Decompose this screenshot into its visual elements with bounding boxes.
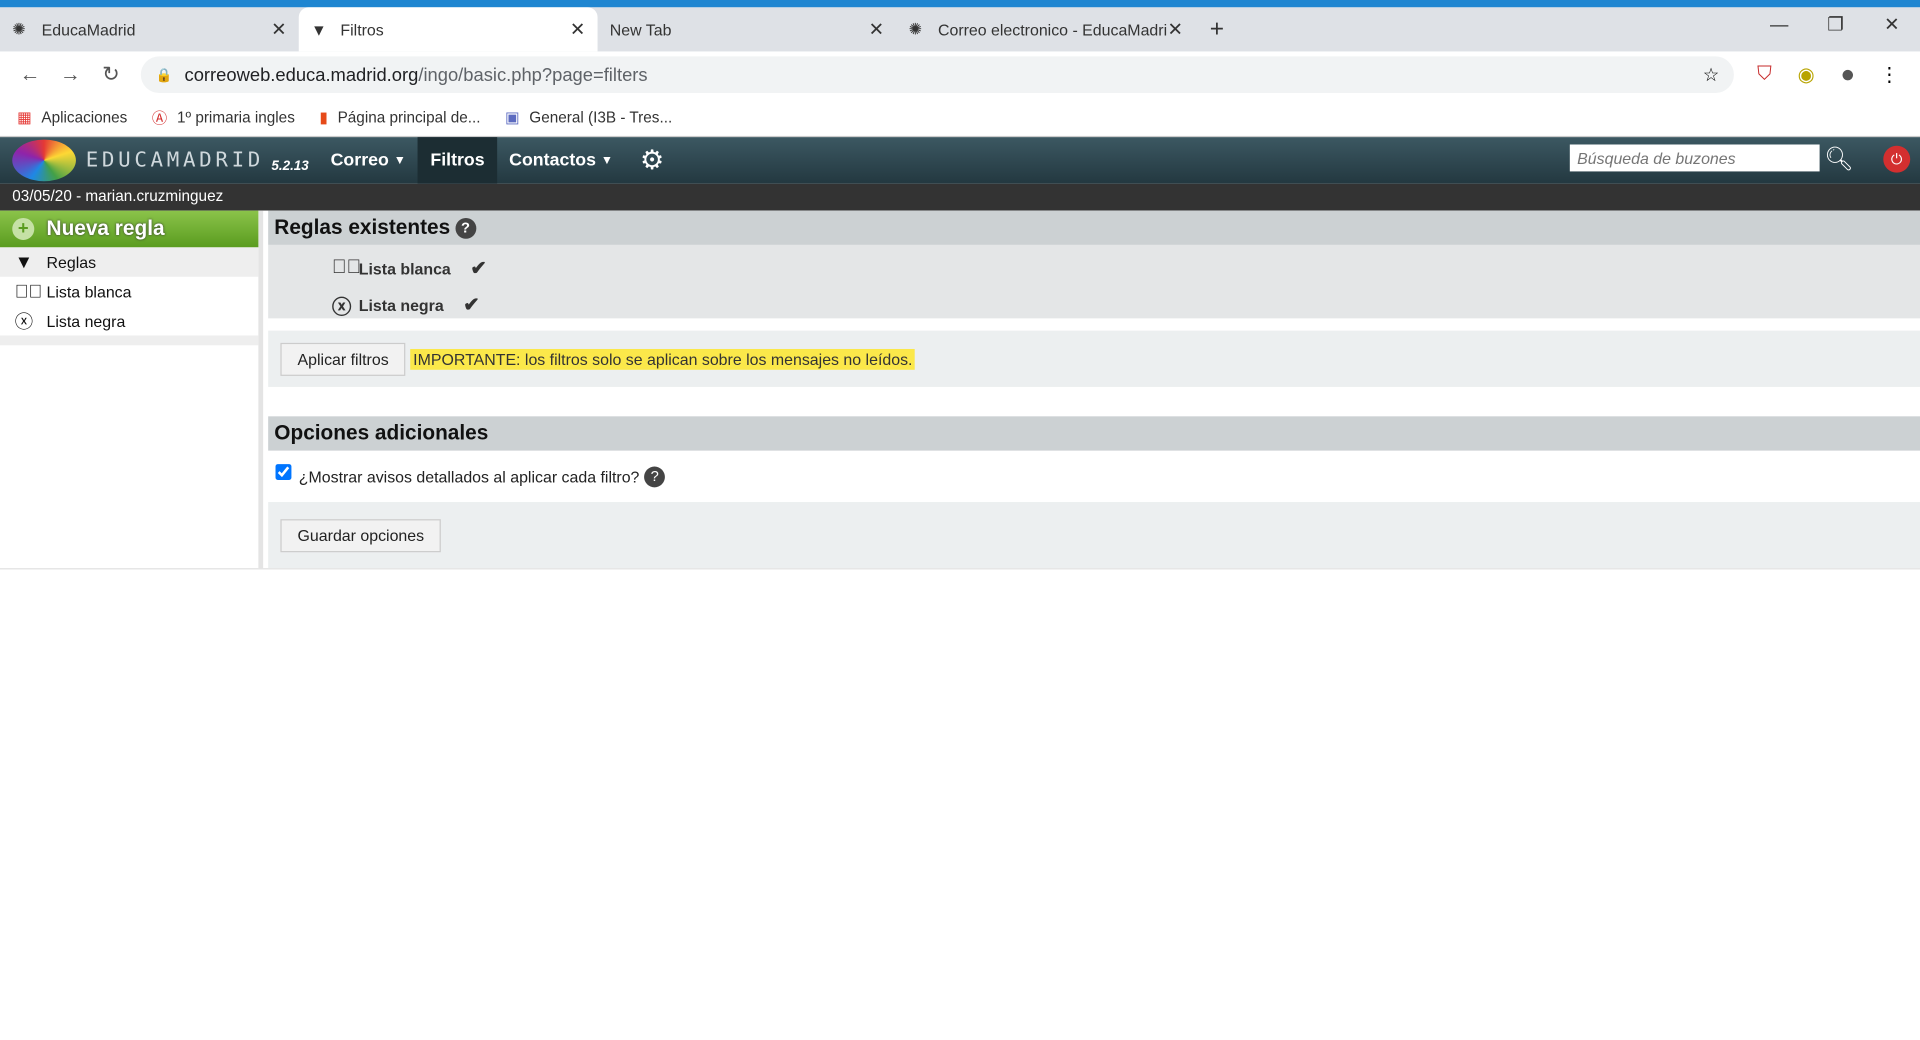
mailbox-search-input[interactable] (1569, 144, 1820, 172)
section-options-header: Opciones adicionales (268, 416, 1920, 451)
rule-row[interactable]: ⓧ Lista negra ✔ (332, 287, 1920, 324)
sidebar: + Nueva regla ▼ Reglas ✓⃝ Lista blanca ⓧ Lis… (0, 210, 264, 569)
search-icon[interactable]: 🔍︎ (1824, 144, 1854, 173)
x-circle-icon: ⓧ (14, 311, 34, 333)
educamadrid-logo[interactable]: EDUCAMADRID 5.2.13 (0, 139, 318, 182)
rules-list: ✓⃝ Lista blanca ✔ ⓧ Lista negra ✔ (268, 244, 1920, 319)
check-circle-icon: ✓⃝ (14, 281, 43, 302)
star-icon[interactable]: ☆ (1703, 64, 1719, 86)
bookmarks-bar: ▦ Aplicaciones Ⓐ 1º primaria ingles ▮ Págin… (0, 98, 1920, 138)
enabled-check-icon[interactable]: ✔ (463, 293, 479, 317)
help-icon[interactable]: ? (644, 465, 666, 487)
angular-icon: Ⓐ (151, 110, 168, 128)
bookmark-primaria[interactable]: Ⓐ 1º primaria ingles (152, 105, 295, 128)
detailed-notices-checkbox[interactable] (275, 463, 292, 480)
sidebar-item-lista-negra[interactable]: ⓧ Lista negra (0, 306, 258, 335)
new-tab-button[interactable]: + (1210, 15, 1224, 43)
tab-new-tab[interactable]: New Tab ✕ (598, 7, 897, 51)
window-top-border (0, 0, 1920, 8)
mcafee-extension-icon[interactable]: ⛉ (1744, 64, 1786, 86)
logout-power-icon[interactable]: ⏻ (1883, 145, 1911, 173)
bookmark-apps[interactable]: ▦ Aplicaciones (17, 108, 127, 126)
extension-icon[interactable]: ◉ (1785, 62, 1827, 86)
reload-icon[interactable]: ↻ (91, 62, 131, 86)
office-icon: ▮ (319, 108, 328, 127)
section-rules-header: Reglas existentes? (268, 210, 1920, 245)
main-content: Reglas existentes? ✓⃝ Lista blanca ✔ ⓧ List… (263, 210, 1920, 569)
educamadrid-icon: ✺ (12, 19, 26, 38)
app-header: EDUCAMADRID 5.2.13 Correo ▼ Filtros Conta… (0, 137, 1920, 184)
user-info: 03/05/20 - marian.cruzminguez (0, 183, 1920, 211)
bookmark-teams[interactable]: ▣ General (I3B - Tres... (505, 108, 672, 126)
filter-icon: ▼ (14, 251, 33, 273)
tab-educamadrid[interactable]: ✺ EducaMadrid ✕ (0, 7, 299, 51)
chevron-down-icon: ▼ (393, 153, 406, 168)
sidebar-item-lista-blanca[interactable]: ✓⃝ Lista blanca (0, 277, 258, 306)
url-input[interactable]: 🔒 correoweb.educa.madrid.org/ingo/basic.p… (140, 56, 1734, 94)
new-rule-button[interactable]: + Nueva regla (0, 210, 259, 248)
forward-icon[interactable]: → (50, 62, 90, 86)
help-icon[interactable]: ? (455, 217, 476, 239)
educamadrid-icon: ✺ (908, 19, 922, 38)
menu-contactos[interactable]: Contactos ▼ (497, 137, 625, 184)
close-icon[interactable]: ✕ (570, 18, 585, 41)
tab-correo[interactable]: ✺ Correo electronico - EducaMadrid ✕ (896, 7, 1195, 51)
bookmark-office[interactable]: ▮ Página principal de... (319, 108, 480, 126)
minimize-icon[interactable]: — (1751, 7, 1807, 44)
tab-strip: ✺ EducaMadrid ✕ ▼ Filtros ✕ New Tab ✕ ✺ Correo… (0, 7, 1920, 52)
menu-correo[interactable]: Correo ▼ (318, 137, 418, 184)
close-icon[interactable]: ✕ (869, 18, 884, 41)
filter-icon: ▼ (311, 20, 327, 39)
x-circle-icon: ⓧ (331, 297, 352, 319)
menu-filtros[interactable]: Filtros (418, 137, 497, 184)
menu-kebab-icon[interactable]: ⋮ (1869, 62, 1911, 86)
important-notice: IMPORTANTE: los filtros solo se aplican … (410, 348, 915, 370)
check-circle-icon: ✓⃝ (331, 257, 362, 278)
gear-icon[interactable]: ⚙ (625, 144, 679, 176)
plus-icon: + (12, 217, 35, 241)
save-options-button[interactable]: Guardar opciones (280, 518, 442, 552)
apply-filters-button[interactable]: Aplicar filtros (280, 342, 406, 376)
rule-row[interactable]: ✓⃝ Lista blanca ✔ (332, 250, 1920, 287)
logo-star-icon (12, 139, 76, 182)
teams-icon: ▣ (505, 108, 520, 127)
version: 5.2.13 (271, 159, 309, 174)
back-icon[interactable]: ← (10, 62, 50, 86)
close-icon[interactable]: ✕ (1167, 18, 1182, 41)
chevron-down-icon: ▼ (600, 153, 614, 168)
tab-filtros[interactable]: ▼ Filtros ✕ (298, 7, 598, 52)
close-icon[interactable]: ✕ (271, 18, 286, 41)
enabled-check-icon[interactable]: ✔ (470, 256, 486, 280)
apps-grid-icon: ▦ (17, 108, 32, 127)
lock-icon: 🔒 (155, 67, 173, 83)
window-close-icon[interactable]: ✕ (1864, 7, 1920, 44)
sidebar-item-reglas[interactable]: ▼ Reglas (0, 247, 259, 277)
restore-icon[interactable]: ❐ (1807, 7, 1863, 44)
profile-icon[interactable]: ● (1827, 61, 1869, 89)
address-bar-row: ← → ↻ 🔒 correoweb.educa.madrid.org/ingo/b… (0, 51, 1920, 98)
